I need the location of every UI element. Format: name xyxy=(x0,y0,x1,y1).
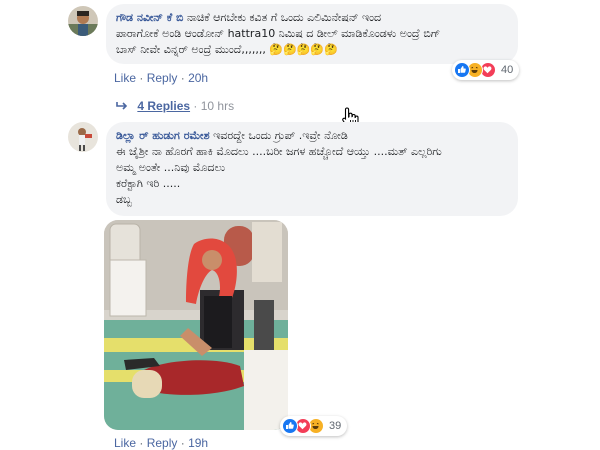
comment-photo[interactable] xyxy=(104,220,288,430)
reply-link[interactable]: Reply xyxy=(147,71,178,85)
comment-author[interactable]: ಗೌಡ ನವೀನ್ ಕೆ ಬಿ xyxy=(116,11,183,24)
avatar-photo-icon xyxy=(68,6,98,36)
comment-text-line: ಬಾಸ್ ನೀವೇ ವಿನ್ನರ್ ಅಂದ್ರೆ ಮುಂದೆ,,,,,,, 🤔🤔… xyxy=(116,43,338,56)
view-replies-link[interactable]: 4 Replies xyxy=(137,99,190,113)
separator: · xyxy=(139,71,144,85)
separator: · xyxy=(180,71,185,85)
comment-text-line: ಇವರದ್ದೇ ಒಂದು ಗ್ರುಪ್ .ಇವ್ರೇ ನೋಡಿ xyxy=(213,129,348,142)
reaction-count: 40 xyxy=(501,64,514,76)
comment-text-line: ಪಾರಾಗೋಕೆ ಅಂಡಿ ಆಂಡೋನ್ hattra10 ನಿಮಿಷ ದ ಡೀ… xyxy=(116,27,441,40)
avatar[interactable] xyxy=(68,6,98,36)
like-link[interactable]: Like xyxy=(114,436,136,450)
comment-timestamp[interactable]: 19h xyxy=(188,436,208,450)
comment-text-line: ಅಮ್ಮ ಅಂತೇ ...ನಿವು ಮೊದಲು xyxy=(116,161,226,174)
like-link[interactable]: Like xyxy=(114,71,136,85)
separator: · xyxy=(193,99,198,113)
comment-text-line: ಕರೆಕ್ಟಾಗಿ ಇರಿ ..... xyxy=(116,177,181,190)
replies-row[interactable]: 4 Replies · 10 hrs xyxy=(116,99,234,113)
reply-link[interactable]: Reply xyxy=(147,436,178,450)
comment-text-line: ನಾಚಿಕೆ ಆಗಬೇಕು ಕವಿತ ಗೆ ಒಂದು ಎಲಿಮಿನೇಷನ್ ಇಂ… xyxy=(186,11,382,24)
like-reaction-icon xyxy=(454,62,470,78)
reply-arrow-icon xyxy=(116,102,128,110)
tv-scene-photo-icon xyxy=(104,220,288,430)
avatar-photo-icon xyxy=(68,122,98,152)
comment-author[interactable]: ಡಿಲ್ಲಾ ರ್ ಹುಡುಗ ರಮೇಶ xyxy=(116,129,210,142)
avatar[interactable] xyxy=(68,122,98,152)
reaction-summary[interactable]: 39 xyxy=(280,416,348,436)
comment-actions: Like · Reply · 19h xyxy=(114,436,208,450)
like-reaction-icon xyxy=(282,418,298,434)
comment-text-line: ಈ ಜೈಶ್ರೀ ನಾ ಹೊರಗೆ ಹಾಕಿ ಮೊದಲು ....ಬರೀ ಜಗಳ… xyxy=(116,145,442,158)
comment-actions: Like · Reply · 20h xyxy=(114,71,208,85)
separator: · xyxy=(180,436,185,450)
reaction-count: 39 xyxy=(329,420,342,432)
replies-timestamp: 10 hrs xyxy=(200,99,235,113)
comment-bubble: ಡಿಲ್ಲಾ ರ್ ಹುಡುಗ ರಮೇಶ ಇವರದ್ದೇ ಒಂದು ಗ್ರುಪ್… xyxy=(106,122,518,216)
separator: · xyxy=(139,436,144,450)
comment-timestamp[interactable]: 20h xyxy=(188,71,208,85)
comment-bubble: ಗೌಡ ನವೀನ್ ಕೆ ಬಿ ನಾಚಿಕೆ ಆಗಬೇಕು ಕವಿತ ಗೆ ಒಂ… xyxy=(106,4,518,64)
comment-text-line: ಡಬ್ಬ xyxy=(116,193,132,206)
reaction-summary[interactable]: 40 xyxy=(452,60,520,80)
